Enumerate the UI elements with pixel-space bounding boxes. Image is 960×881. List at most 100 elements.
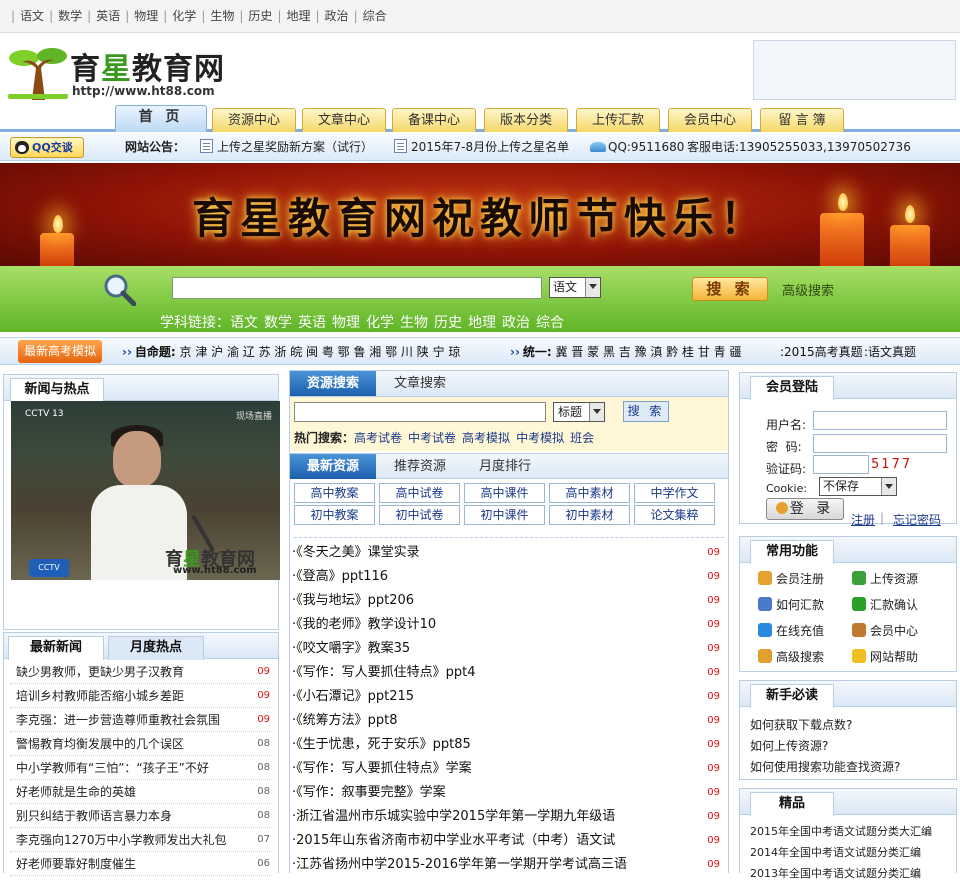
news-item[interactable]: 李克强：进一步营造尊师重教社会氛围 09 bbox=[10, 708, 272, 732]
news-item[interactable]: 好老师要靠好制度催生 06 bbox=[10, 852, 272, 876]
subject-link[interactable]: 地理 bbox=[468, 315, 496, 331]
subject-select[interactable]: 语文 bbox=[549, 277, 601, 298]
nav-tab-1[interactable]: 首 页 bbox=[115, 105, 207, 132]
subject-link[interactable]: 历史 bbox=[434, 315, 462, 331]
premium-link[interactable]: 2014年全国中考语文试题分类汇编 bbox=[750, 844, 921, 860]
subject-link[interactable]: 语文 bbox=[230, 315, 258, 331]
resource-item[interactable]: ·《写作：写人要抓住特点》ppt4 09 bbox=[292, 661, 720, 685]
tab-recommended-resources[interactable]: 推荐资源 bbox=[380, 454, 460, 479]
news-item[interactable]: 别只纠结于教师语言暴力本身 08 bbox=[10, 804, 272, 828]
category-button[interactable]: 高中试卷 bbox=[379, 483, 460, 503]
nav-tab-5[interactable]: 版本分类 bbox=[484, 108, 568, 132]
advanced-search-link[interactable]: 高级搜索 bbox=[782, 280, 834, 299]
news-item[interactable]: 培训乡村教师能否缩小城乡差距 09 bbox=[10, 684, 272, 708]
category-button[interactable]: 高中素材 bbox=[549, 483, 630, 503]
hot-search-link[interactable]: 中考模拟 bbox=[516, 431, 564, 445]
topbar-subject-link[interactable]: | 物理 bbox=[120, 0, 158, 33]
news-video-image[interactable]: CCTV 13 现场直播 CCTV NEWS 育星教育网 www.ht88.co… bbox=[11, 401, 280, 580]
site-logo[interactable]: 育星教育网 http://www.ht88.com bbox=[8, 42, 248, 102]
category-button[interactable]: 高中教案 bbox=[294, 483, 375, 503]
premium-link[interactable]: 2015年全国中考语文试题分类大汇编 bbox=[750, 823, 932, 839]
tab-latest-news[interactable]: 最新新闻 bbox=[8, 636, 104, 660]
news-item[interactable]: 中小学教师有“三怕”：“孩子王”不好 08 bbox=[10, 756, 272, 780]
news-item[interactable]: 警惕教育均衡发展中的几个误区 08 bbox=[10, 732, 272, 756]
topbar-subject-link[interactable]: | 综合 bbox=[349, 0, 387, 33]
nav-tab-6[interactable]: 上传汇款 bbox=[576, 108, 660, 132]
resource-item[interactable]: ·《我的老师》教学设计10 09 bbox=[292, 613, 720, 637]
topbar-subject-link[interactable]: | 地理 bbox=[272, 0, 310, 33]
resource-item[interactable]: ·《写作：叙事要完整》学案 09 bbox=[292, 781, 720, 805]
resource-item[interactable]: ·《登高》ppt116 09 bbox=[292, 565, 720, 589]
hot-search-link[interactable]: 中考试卷 bbox=[408, 431, 456, 445]
news-item[interactable]: 李克强向1270万中小学教师发出大礼包 07 bbox=[10, 828, 272, 852]
news-item[interactable]: 好老师就是生命的英雄 08 bbox=[10, 780, 272, 804]
resource-item[interactable]: ·江苏省扬州中学2015-2016学年第一学期开学考试高三语 09 bbox=[292, 853, 720, 877]
resource-search-button[interactable]: 搜 索 bbox=[623, 401, 669, 422]
topbar-subject-link[interactable]: | 化学 bbox=[158, 0, 196, 33]
subject-link[interactable]: 物理 bbox=[332, 315, 360, 331]
cookie-select[interactable]: 不保存 bbox=[819, 477, 897, 496]
notice-item-1[interactable]: 上传之星奖励新方案（试行） bbox=[200, 134, 373, 161]
function-link[interactable]: 网站帮助 bbox=[852, 648, 918, 665]
password-input[interactable] bbox=[813, 434, 947, 453]
function-link[interactable]: 会员中心 bbox=[852, 622, 918, 639]
resource-item[interactable]: ·《小石潭记》ppt215 09 bbox=[292, 685, 720, 709]
function-link[interactable]: 高级搜索 bbox=[758, 648, 824, 665]
subject-link[interactable]: 综合 bbox=[536, 315, 564, 331]
nav-tab-2[interactable]: 资源中心 bbox=[212, 108, 296, 132]
function-link[interactable]: 在线充值 bbox=[758, 622, 824, 639]
resource-item[interactable]: ·《我与地坛》ppt206 09 bbox=[292, 589, 720, 613]
subject-link[interactable]: 生物 bbox=[400, 315, 428, 331]
news-hot-tab[interactable]: 新闻与热点 bbox=[10, 378, 104, 402]
qq-chat-button[interactable]: QQ交谈 bbox=[10, 137, 84, 158]
topbar-subject-link[interactable]: | 政治 bbox=[311, 0, 349, 33]
category-button[interactable]: 初中教案 bbox=[294, 505, 375, 525]
tab-latest-resources[interactable]: 最新资源 bbox=[290, 454, 376, 479]
category-button[interactable]: 高中课件 bbox=[464, 483, 545, 503]
nav-tab-8[interactable]: 留 言 簿 bbox=[760, 108, 844, 132]
subject-link[interactable]: 化学 bbox=[366, 315, 394, 331]
hot-search-link[interactable]: 班会 bbox=[570, 431, 594, 445]
tab-monthly-hot[interactable]: 月度热点 bbox=[108, 636, 204, 660]
nav-tab-7[interactable]: 会员中心 bbox=[668, 108, 752, 132]
resource-search-input[interactable] bbox=[294, 402, 546, 422]
unified-provinces[interactable]: ›› 统一: 冀 晋 蒙 黑 吉 豫 滇 黔 桂 甘 青 疆 bbox=[510, 338, 742, 366]
guide-link[interactable]: 如何上传资源? bbox=[750, 737, 828, 754]
function-link[interactable]: 会员注册 bbox=[758, 570, 824, 587]
subject-link[interactable]: 政治 bbox=[502, 315, 530, 331]
subject-link[interactable]: 英语 bbox=[298, 315, 326, 331]
category-button[interactable]: 论文集粹 bbox=[634, 505, 715, 525]
topbar-subject-link[interactable]: | 生物 bbox=[196, 0, 234, 33]
subject-link[interactable]: 数学 bbox=[264, 315, 292, 331]
username-input[interactable] bbox=[813, 411, 947, 430]
topbar-subject-link[interactable]: | 语文 bbox=[6, 0, 44, 33]
topbar-subject-link[interactable]: | 英语 bbox=[82, 0, 120, 33]
function-link[interactable]: 汇款确认 bbox=[852, 596, 918, 613]
register-link[interactable]: 注册 bbox=[851, 511, 875, 528]
tab-resource-search[interactable]: 资源搜索 bbox=[290, 371, 376, 396]
topbar-subject-link[interactable]: | 数学 bbox=[44, 0, 82, 33]
site-search-input[interactable] bbox=[172, 277, 542, 299]
site-search-button[interactable]: 搜 索 bbox=[692, 277, 768, 301]
auto-proposition-provinces[interactable]: ›› 自命题: 京 津 沪 渝 辽 苏 浙 皖 闽 粤 鄂 鲁 湘 鄂 川 陕 宁… bbox=[122, 338, 460, 366]
function-link[interactable]: 上传资源 bbox=[852, 570, 918, 587]
resource-item[interactable]: ·《生于忧患，死于安乐》ppt85 09 bbox=[292, 733, 720, 757]
tab-monthly-ranking[interactable]: 月度排行 bbox=[465, 454, 545, 479]
forgot-password-link[interactable]: 忘记密码 bbox=[893, 511, 941, 528]
resource-item[interactable]: ·《冬天之美》课堂实录 09 bbox=[292, 541, 720, 565]
chinese-exam-link[interactable]: :语文真题 bbox=[864, 338, 916, 366]
function-link[interactable]: 如何汇款 bbox=[758, 596, 824, 613]
guide-link[interactable]: 如何获取下载点数? bbox=[750, 716, 852, 733]
resource-item[interactable]: ·《咬文嚼字》教案35 09 bbox=[292, 637, 720, 661]
news-item[interactable]: 缺少男教师，更缺少男子汉教育 09 bbox=[10, 660, 272, 684]
captcha-input[interactable] bbox=[813, 455, 869, 474]
premium-link[interactable]: 2013年全国中考语文试题分类汇编 bbox=[750, 865, 921, 881]
latest-mock-exam-button[interactable]: 最新高考模拟 bbox=[18, 340, 102, 363]
captcha-image[interactable]: 5177 bbox=[871, 457, 912, 472]
topbar-subject-link[interactable]: | 历史 bbox=[234, 0, 272, 33]
resource-item[interactable]: ·浙江省温州市乐城实验中学2015学年第一学期九年级语 09 bbox=[292, 805, 720, 829]
nav-tab-4[interactable]: 备课中心 bbox=[392, 108, 476, 132]
guide-link[interactable]: 如何使用搜索功能查找资源? bbox=[750, 758, 900, 775]
resource-item[interactable]: ·《写作：写人要抓住特点》学案 09 bbox=[292, 757, 720, 781]
notice-item-2[interactable]: 2015年7-8月份上传之星名单 bbox=[394, 134, 569, 161]
